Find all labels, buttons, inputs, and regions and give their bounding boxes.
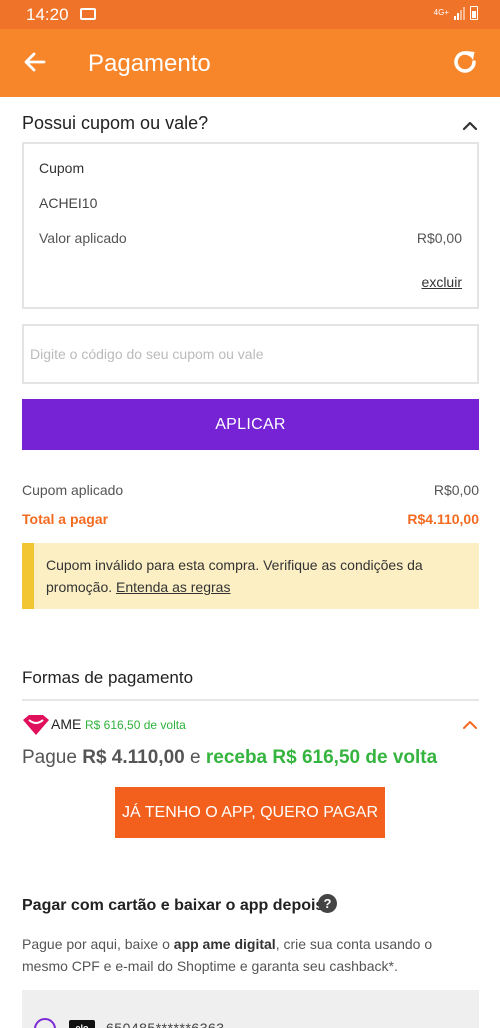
coupon-code-input[interactable] xyxy=(22,324,479,384)
pay-amount: R$ 4.110,00 xyxy=(82,747,185,768)
ame-name: AME xyxy=(51,716,82,732)
card-number: 650485******6363 xyxy=(106,1020,225,1028)
chevron-up-icon[interactable] xyxy=(462,118,478,134)
arrow-left-icon[interactable] xyxy=(22,49,48,75)
applied-coupon-card: Cupom ACHEI10 Valor aplicado R$0,00 excl… xyxy=(22,142,479,309)
card-radio[interactable] xyxy=(34,1018,56,1028)
payment-methods-heading: Formas de pagamento xyxy=(22,668,194,687)
pay-cashback: receba R$ 616,50 de volta xyxy=(205,747,438,768)
apply-coupon-button[interactable]: APLICAR xyxy=(22,399,479,450)
divider xyxy=(22,699,479,701)
gallery-notification-icon xyxy=(80,8,96,20)
desc-text-1: Pague por aqui, baixe o xyxy=(22,936,170,952)
ame-logo-icon xyxy=(23,715,49,735)
total-value: R$4.110,00 xyxy=(407,511,479,527)
status-icons: 4G+ xyxy=(434,6,478,20)
refresh-icon[interactable] xyxy=(450,47,480,77)
app-bar: Pagamento xyxy=(0,29,500,97)
ame-pay-summary: Pague R$ 4.110,00 e receba R$ 616,50 de … xyxy=(22,747,437,769)
page-title: Pagamento xyxy=(88,50,211,77)
coupon-code: ACHEI10 xyxy=(39,195,98,211)
chevron-up-icon[interactable] xyxy=(462,717,478,733)
desc-bold-1: app ame digital xyxy=(173,936,276,952)
warning-message: Cupom inválido para esta compra. Verifiq… xyxy=(46,554,471,598)
network-type-label: 4G+ xyxy=(433,8,449,17)
saved-card-option[interactable]: elo 650485******6363 xyxy=(22,990,479,1028)
help-icon[interactable]: ? xyxy=(318,894,337,913)
card-brand-logo: elo xyxy=(69,1020,95,1028)
applied-value-label: Valor aplicado xyxy=(39,230,127,246)
total-label: Total a pagar xyxy=(22,511,109,527)
delete-coupon-link[interactable]: excluir xyxy=(422,274,462,290)
card-payment-heading: Pagar com cartão e baixar o app depois xyxy=(22,897,325,914)
applied-value-amount: R$0,00 xyxy=(416,230,462,246)
signal-icon xyxy=(454,6,465,20)
coupon-applied-label: Cupom aplicado xyxy=(22,482,124,498)
pay-with-app-button[interactable]: JÁ TENHO O APP, QUERO PAGAR xyxy=(115,787,385,838)
coupon-label: Cupom xyxy=(39,160,85,176)
battery-icon xyxy=(470,6,478,20)
status-bar: 14:20 4G+ xyxy=(0,0,500,29)
ame-cashback-badge: R$ 616,50 de volta xyxy=(85,718,186,732)
status-time: 14:20 xyxy=(26,5,69,24)
coupon-heading: Possui cupom ou vale? xyxy=(22,113,209,133)
warning-text: Cupom inválido para esta compra. Verifiq… xyxy=(46,557,423,595)
rules-link[interactable]: Entenda as regras xyxy=(116,579,230,595)
invalid-coupon-warning: Cupom inválido para esta compra. Verifiq… xyxy=(22,543,479,609)
coupon-applied-value: R$0,00 xyxy=(433,482,479,498)
card-payment-description: Pague por aqui, baixe o app ame digital,… xyxy=(22,933,472,977)
pay-prefix: Pague xyxy=(22,747,77,768)
pay-connector: e xyxy=(190,747,201,768)
